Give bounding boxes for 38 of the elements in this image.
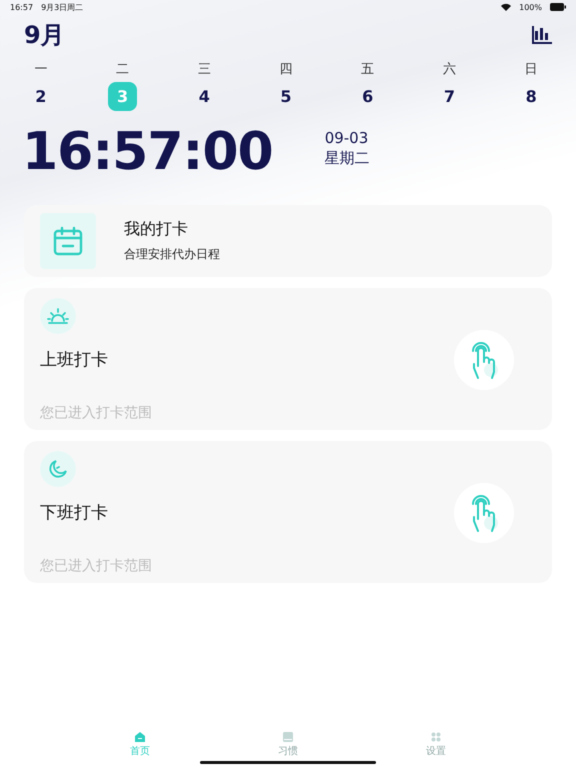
clock-date: 09-03 (324, 129, 370, 147)
home-icon (135, 732, 145, 742)
punch-title: 上班打卡 (40, 349, 109, 371)
battery-icon (550, 3, 566, 11)
battery-level: 100% (519, 2, 542, 12)
weekday-label: 三 (198, 61, 211, 76)
clock-weekday: 星期二 (324, 149, 370, 168)
hand-icon (469, 340, 499, 380)
summary-card[interactable]: 我的打卡 合理安排代办日程 (24, 205, 552, 277)
clock-time: 16:57:00 (22, 121, 273, 183)
calendar-icon (53, 226, 83, 256)
status-date: 9月3日周二 (41, 2, 84, 12)
weekday-label: 二 (116, 61, 130, 76)
sunrise-icon (47, 307, 69, 325)
weekday-label: 四 (279, 61, 292, 76)
calendar-day[interactable]: 4 (190, 82, 219, 111)
punch-status: 您已进入打卡范围 (40, 404, 153, 422)
book-icon (283, 732, 293, 742)
moon-icon (48, 459, 68, 479)
calendar-day[interactable]: 5 (271, 82, 300, 111)
calendar-day[interactable]: 7 (434, 82, 464, 111)
hand-icon (469, 493, 499, 533)
card-subtitle: 合理安排代办日程 (124, 246, 220, 263)
punch-status: 您已进入打卡范围 (40, 557, 153, 575)
card-title: 我的打卡 (124, 219, 189, 240)
grid-icon (431, 732, 441, 742)
bar-chart-icon[interactable] (532, 26, 552, 44)
calendar-day[interactable]: 2 (26, 82, 56, 111)
weekday-label: 日 (524, 61, 538, 76)
punch-title: 下班打卡 (40, 502, 109, 524)
weekday-label: 六 (442, 61, 456, 76)
status-time: 16:57 (10, 2, 34, 12)
calendar-day[interactable]: 8 (516, 82, 546, 111)
weekday-label: 五 (361, 61, 374, 76)
month-title: 9月 (24, 20, 65, 51)
calendar-day[interactable]: 6 (353, 82, 382, 111)
wifi-icon (501, 3, 512, 11)
weekday-label: 一 (34, 61, 48, 76)
